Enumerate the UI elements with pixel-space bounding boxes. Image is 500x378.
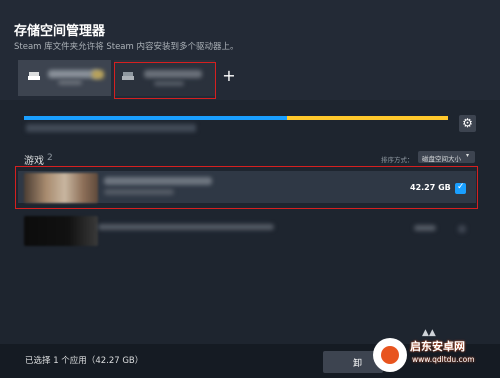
game-size: 42.27 GB <box>410 183 451 192</box>
sort-dropdown[interactable]: 磁盘空间大小 ▾ <box>418 151 475 163</box>
usage-legend-redacted <box>26 124 196 132</box>
games-count: 2 <box>47 153 53 163</box>
drive-accent-redacted <box>92 70 104 79</box>
window-title: 存储空间管理器 <box>14 24 106 39</box>
sort-label: 排序方式： <box>381 156 414 164</box>
add-drive-button[interactable]: + <box>220 67 238 85</box>
window-subtitle: Steam 库文件夹允许将 Steam 内容安装到多个驱动器上。 <box>14 42 239 52</box>
drive-label-redacted <box>154 81 184 86</box>
game-meta-redacted <box>104 189 174 195</box>
site-watermark: 启东安卓网 www.qdltdu.com <box>368 333 500 378</box>
game-select-checkbox[interactable] <box>455 182 466 194</box>
game-thumbnail <box>24 216 98 246</box>
game-thumbnail <box>24 173 98 203</box>
drive-tab-1[interactable] <box>18 60 111 96</box>
watermark-url: www.qdltdu.com <box>412 355 475 364</box>
selection-summary: 已选择 1 个应用（42.27 GB） <box>25 356 144 366</box>
storage-usage-bar <box>24 116 448 120</box>
drive-tab-2[interactable] <box>114 60 215 96</box>
gear-icon: ⚙ <box>462 116 473 130</box>
game-size-redacted <box>414 225 436 231</box>
drive-icon <box>122 72 134 80</box>
drive-name-redacted <box>144 70 202 78</box>
watermark-logo-core <box>381 346 399 364</box>
storage-settings-button[interactable]: ⚙ <box>459 115 476 132</box>
game-title-redacted <box>98 224 274 230</box>
watermark-logo-icon <box>373 338 407 372</box>
uninstall-button-label: 卸 <box>353 359 363 369</box>
game-row-2[interactable] <box>18 214 476 246</box>
chevron-down-icon: ▾ <box>466 152 470 159</box>
drive-label-redacted <box>58 80 82 85</box>
games-section-label: 游戏 <box>24 156 44 167</box>
usage-steam-fill <box>24 116 287 120</box>
watermark-text: 启东安卓网 <box>410 340 465 353</box>
game-row-1[interactable]: 42.27 GB <box>18 171 476 203</box>
sort-value: 磁盘空间大小 <box>422 155 461 163</box>
game-title-redacted <box>104 177 212 185</box>
game-checkbox-redacted <box>458 225 466 233</box>
drive-icon <box>28 72 40 80</box>
usage-other-fill <box>287 116 448 120</box>
